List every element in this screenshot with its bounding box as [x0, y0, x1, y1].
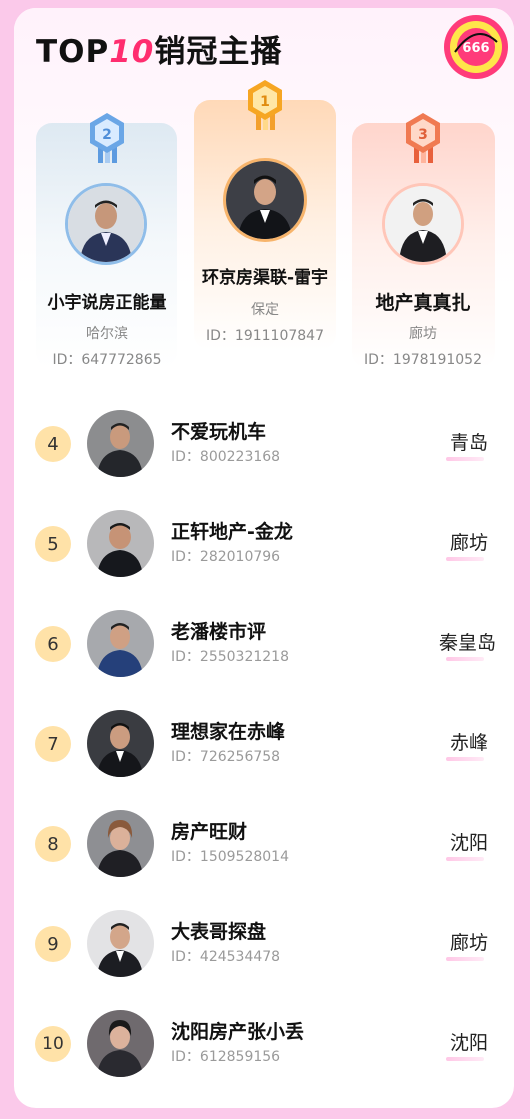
- kwai-neverland-logo: 666: [444, 15, 508, 79]
- list-item[interactable]: 6 老潘楼市评 ID：2550321218 秦皇岛: [14, 603, 514, 703]
- podium-city: 保定: [251, 302, 279, 318]
- streamer-name: 房产旺财: [171, 821, 248, 843]
- rank-number: 10: [35, 1026, 71, 1062]
- title-suffix: 销冠主播: [154, 33, 283, 70]
- podium-name: 小宇说房正能量: [47, 293, 167, 313]
- rank-number: 9: [35, 926, 71, 962]
- podium-id: ID：1911107847: [206, 328, 324, 344]
- podium-name: 地产真真扎: [375, 292, 471, 314]
- avatar[interactable]: [382, 183, 464, 265]
- badge-666: 666: [462, 41, 489, 56]
- podium-city: 廊坊: [409, 326, 437, 342]
- rank-number: 4: [35, 426, 71, 462]
- city-underline: [446, 557, 484, 561]
- podium-rank-1[interactable]: 1 环京房渠联-雷宇 保定 ID：1911107847: [194, 80, 336, 350]
- podium-id: ID：647772865: [52, 352, 162, 368]
- streamer-city: 赤峰: [449, 732, 488, 754]
- avatar[interactable]: [87, 1010, 154, 1077]
- streamer-city: 廊坊: [449, 532, 488, 554]
- streamer-city: 秦皇岛: [438, 632, 496, 654]
- streamer-city: 沈阳: [449, 832, 488, 854]
- podium-name: 环京房渠联-雷宇: [201, 268, 329, 288]
- list-item[interactable]: 5 正轩地产-金龙 ID：282010796 廊坊: [14, 503, 514, 603]
- list-item[interactable]: 4 不爱玩机车 ID：800223168 青岛: [14, 403, 514, 503]
- streamer-id: ID：424534478: [171, 949, 281, 965]
- list-item[interactable]: 9 大表哥探盘 ID：424534478 廊坊: [14, 903, 514, 1003]
- streamer-id: ID：1509528014: [171, 849, 289, 865]
- avatar[interactable]: [87, 710, 154, 777]
- streamer-id: ID：282010796: [171, 549, 281, 565]
- avatar[interactable]: [65, 183, 147, 265]
- podium-city: 哈尔滨: [86, 326, 128, 342]
- podium-rank-2[interactable]: 2 小宇说房正能量 哈尔滨 ID：647772865: [36, 113, 177, 368]
- city-underline: [446, 857, 484, 861]
- list-item[interactable]: 10 沈阳房产张小丢 ID：612859156 沈阳: [14, 1003, 514, 1103]
- streamer-city: 沈阳: [449, 1032, 488, 1054]
- streamer-name: 大表哥探盘: [171, 921, 267, 943]
- rank-number: 6: [35, 626, 71, 662]
- page-title: TOP10销冠主播: [36, 28, 283, 70]
- city-underline: [446, 757, 484, 761]
- streamer-id: ID：800223168: [171, 449, 281, 465]
- streamer-id: ID：726256758: [171, 749, 281, 765]
- title-number: 10: [109, 33, 155, 70]
- gold-medal-icon: 1: [248, 80, 282, 130]
- avatar[interactable]: [87, 410, 154, 477]
- city-underline: [446, 657, 484, 661]
- rank-number: 8: [35, 826, 71, 862]
- city-underline: [446, 457, 484, 461]
- avatar[interactable]: [87, 510, 154, 577]
- medal-3-number: 3: [418, 127, 428, 143]
- city-underline: [446, 1057, 484, 1061]
- medal-1-number: 1: [260, 94, 270, 110]
- avatar[interactable]: [87, 610, 154, 677]
- list-item[interactable]: 7 理想家在赤峰 ID：726256758 赤峰: [14, 703, 514, 803]
- avatar[interactable]: [87, 810, 154, 877]
- streamer-name: 理想家在赤峰: [171, 721, 286, 743]
- streamer-name: 正轩地产-金龙: [171, 521, 293, 543]
- title-prefix: TOP: [36, 33, 110, 70]
- rank-number: 7: [35, 726, 71, 762]
- rank-number: 5: [35, 526, 71, 562]
- avatar[interactable]: [223, 158, 307, 242]
- streamer-name: 不爱玩机车: [171, 421, 267, 443]
- city-underline: [446, 957, 484, 961]
- streamer-id: ID：2550321218: [171, 649, 289, 665]
- streamer-name: 老潘楼市评: [171, 621, 267, 643]
- streamer-city: 青岛: [449, 432, 488, 454]
- list-item[interactable]: 8 房产旺财 ID：1509528014 沈阳: [14, 803, 514, 903]
- silver-medal-icon: 2: [90, 113, 124, 163]
- medal-2-number: 2: [102, 127, 112, 143]
- podium-rank-3[interactable]: 3 地产真真扎 廊坊 ID：1978191052: [352, 113, 495, 368]
- streamer-city: 廊坊: [449, 932, 488, 954]
- streamer-name: 沈阳房产张小丢: [171, 1021, 305, 1043]
- bronze-medal-icon: 3: [406, 113, 440, 163]
- avatar[interactable]: [87, 910, 154, 977]
- ranking-card: TOP10销冠主播 666 2 小宇说房正能量 哈尔滨 ID：647772865…: [14, 8, 514, 1108]
- streamer-id: ID：612859156: [171, 1049, 281, 1065]
- podium-id: ID：1978191052: [364, 352, 482, 368]
